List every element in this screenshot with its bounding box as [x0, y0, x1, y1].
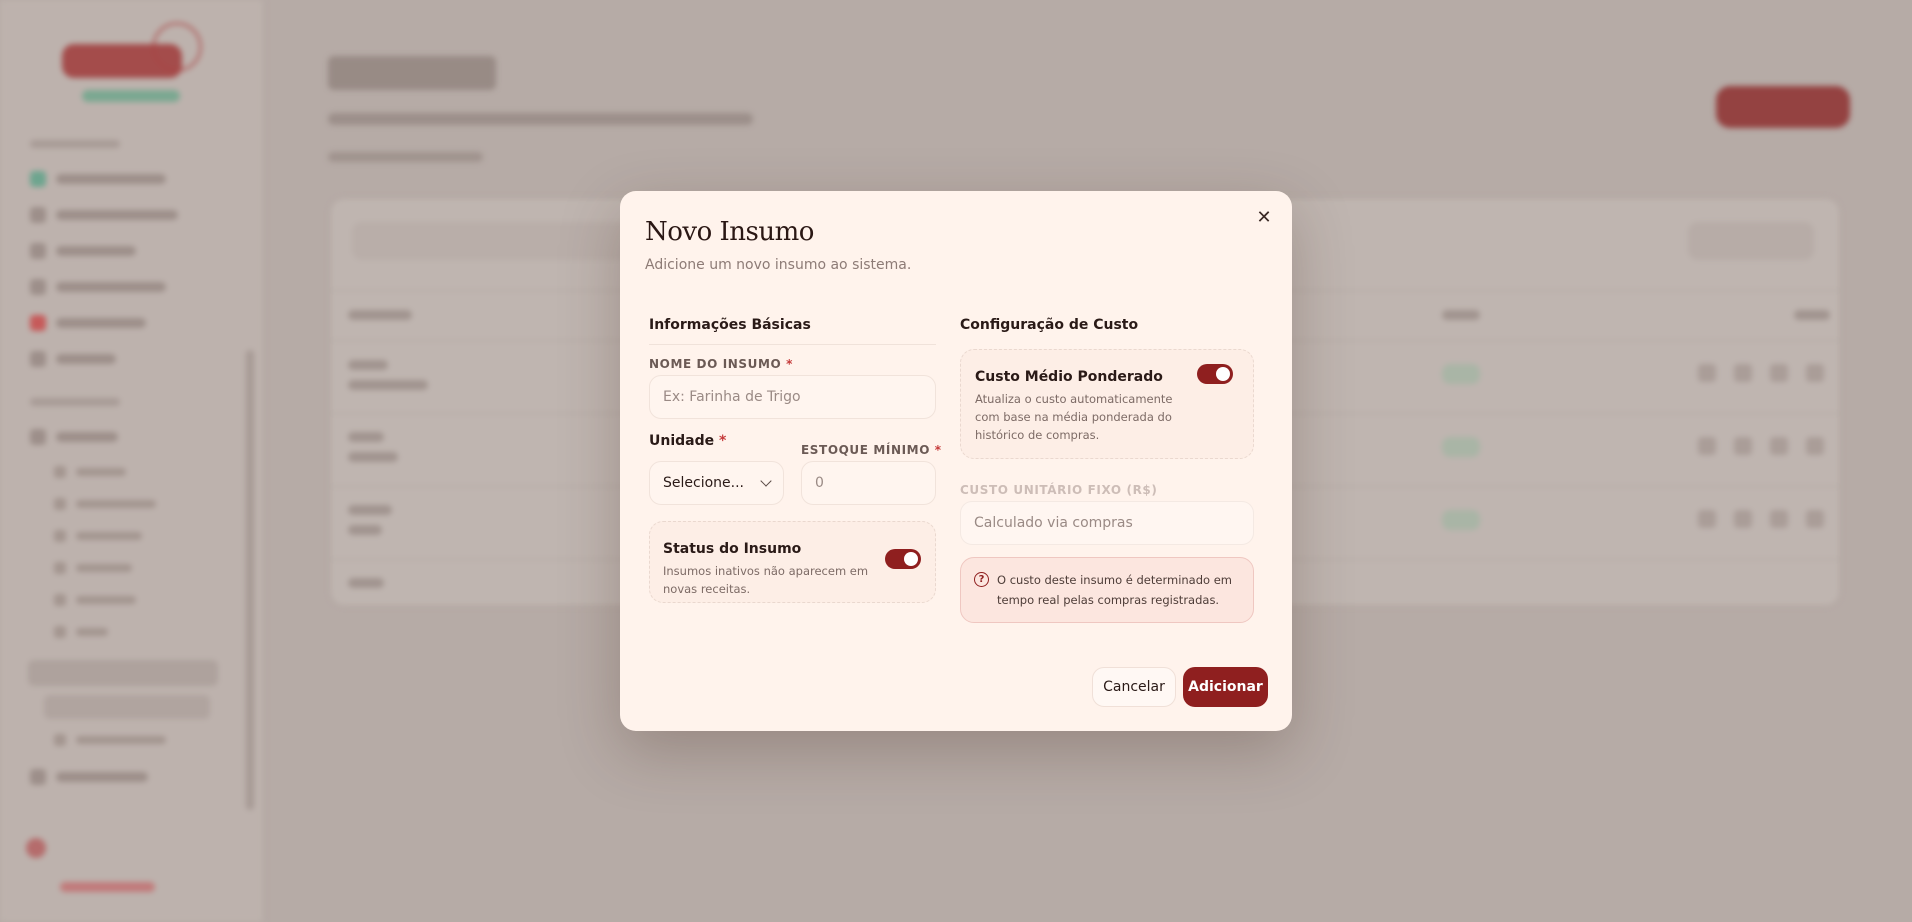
- min-stock-field[interactable]: [801, 461, 936, 505]
- sidebar-active-group: [28, 660, 218, 686]
- row-action-icon: [1806, 364, 1824, 382]
- table-cell: [348, 525, 382, 535]
- logo-subtitle: [82, 90, 180, 102]
- sidebar-item: [30, 769, 148, 785]
- table-cell: [348, 432, 384, 442]
- unit-select-value: Selecione...: [663, 475, 744, 491]
- breadcrumb: [328, 152, 483, 162]
- status-badge: [1442, 510, 1480, 530]
- logout-link: [60, 882, 155, 892]
- status-title: Status do Insumo: [663, 541, 802, 557]
- new-supply-dialog: ✕ Novo Insumo Adicione um novo insumo ao…: [620, 191, 1292, 731]
- row-action-icon: [1806, 437, 1824, 455]
- weighted-cost-toggle[interactable]: [1197, 364, 1233, 384]
- basic-info-section-title: Informações Básicas: [649, 317, 811, 333]
- close-button[interactable]: ✕: [1252, 205, 1276, 229]
- row-action-icon: [1734, 437, 1752, 455]
- close-icon: ✕: [1256, 206, 1272, 228]
- sidebar-item: [30, 429, 118, 445]
- avatar: [26, 838, 46, 858]
- search-input: [352, 222, 652, 260]
- min-stock-field-label: ESTOQUE MÍNIMO *: [801, 443, 942, 457]
- chevron-down-icon: [760, 475, 772, 487]
- status-card: Status do Insumo Insumos inativos não ap…: [649, 521, 936, 603]
- status-toggle[interactable]: [885, 549, 921, 569]
- weighted-cost-title: Custo Médio Ponderado: [975, 369, 1163, 385]
- row-action-icon: [1770, 437, 1788, 455]
- cost-info-box: ? O custo deste insumo é determinado em …: [960, 557, 1254, 623]
- dialog-title: Novo Insumo: [645, 217, 814, 247]
- dialog-description: Adicione um novo insumo ao sistema.: [645, 257, 912, 273]
- sidebar-item: [30, 171, 166, 187]
- sidebar-scrollbar: [246, 350, 254, 810]
- add-button[interactable]: Adicionar: [1183, 667, 1268, 707]
- row-action-icon: [1806, 510, 1824, 528]
- status-badge: [1442, 364, 1480, 384]
- sidebar-item: [30, 315, 146, 331]
- name-input[interactable]: [663, 389, 922, 405]
- table-footer: [348, 578, 384, 588]
- sidebar-subitem: [54, 498, 156, 510]
- sidebar-subitem: [54, 594, 136, 606]
- row-action-icon: [1770, 510, 1788, 528]
- name-field[interactable]: [649, 375, 936, 419]
- page-subtitle: [328, 113, 753, 125]
- row-action-icon: [1698, 364, 1716, 382]
- sidebar-subitem: [54, 466, 126, 478]
- weighted-cost-card: Custo Médio Ponderado Atualiza o custo a…: [960, 349, 1254, 459]
- status-badge: [1442, 437, 1480, 457]
- row-action-icon: [1734, 510, 1752, 528]
- unit-field-label: Unidade *: [649, 433, 727, 449]
- fixed-cost-input: [974, 515, 1240, 531]
- new-item-button: [1716, 86, 1850, 128]
- sidebar-section-label: [30, 140, 120, 148]
- row-action-icon: [1698, 437, 1716, 455]
- table-cell: [348, 360, 388, 370]
- section-divider: [649, 344, 936, 345]
- row-action-icon: [1698, 510, 1716, 528]
- sidebar-active-item: [44, 695, 210, 719]
- table-cell: [348, 452, 398, 462]
- table-header: [348, 310, 412, 320]
- table-header: [1442, 310, 1480, 320]
- filter-button: [1688, 222, 1814, 260]
- sidebar-section-label: [30, 398, 120, 406]
- sidebar-subitem: [54, 626, 108, 638]
- min-stock-input[interactable]: [815, 475, 922, 491]
- cancel-button[interactable]: Cancelar: [1092, 667, 1176, 707]
- weighted-cost-description: Atualiza o custo automaticamente com bas…: [975, 392, 1173, 442]
- sidebar-item: [30, 279, 166, 295]
- table-cell: [348, 505, 392, 515]
- sidebar-subitem: [54, 562, 132, 574]
- help-circle-icon: ?: [974, 572, 989, 587]
- sidebar-subitem: [54, 530, 142, 542]
- sidebar-item: [30, 243, 136, 259]
- table-header: [1794, 310, 1830, 320]
- status-description: Insumos inativos não aparecem em novas r…: [663, 564, 869, 596]
- table-cell: [348, 380, 428, 390]
- row-action-icon: [1734, 364, 1752, 382]
- unit-select[interactable]: Selecione...: [649, 461, 784, 505]
- sidebar-item: [30, 207, 178, 223]
- name-field-label: NOME DO INSUMO *: [649, 357, 794, 371]
- page-title: [328, 56, 496, 90]
- cost-config-section-title: Configuração de Custo: [960, 317, 1139, 333]
- cost-info-text: O custo deste insumo é determinado em te…: [997, 573, 1232, 607]
- row-action-icon: [1770, 364, 1788, 382]
- sidebar-item: [30, 351, 116, 367]
- fixed-cost-field-label: CUSTO UNITÁRIO FIXO (R$): [960, 483, 1158, 497]
- logo-ring: [152, 22, 202, 72]
- fixed-cost-field: [960, 501, 1254, 545]
- sidebar-subitem: [54, 734, 166, 746]
